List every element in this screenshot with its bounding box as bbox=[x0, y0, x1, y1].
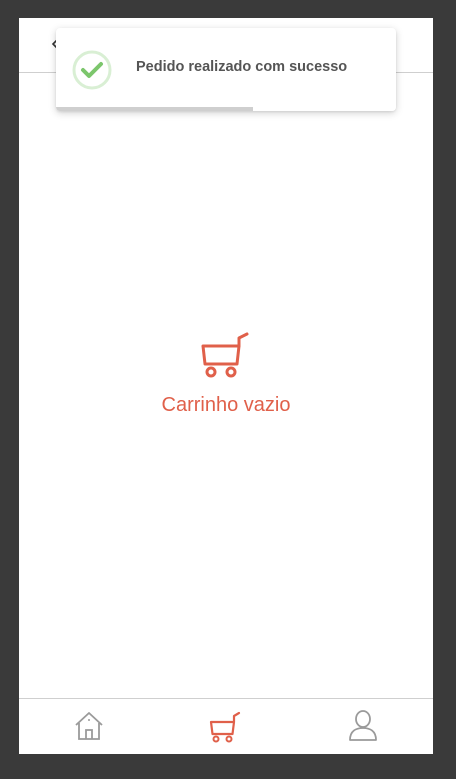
home-icon bbox=[72, 709, 106, 743]
toast-progress-track bbox=[56, 107, 396, 111]
nav-home-button[interactable] bbox=[72, 709, 106, 743]
empty-cart-text: Carrinho vazio bbox=[161, 394, 291, 416]
bottom-navigation bbox=[19, 698, 433, 754]
shopping-cart-icon bbox=[208, 709, 242, 743]
empty-cart-state: Carrinho vazio bbox=[19, 328, 433, 417]
toast-progress-bar bbox=[56, 107, 254, 111]
nav-cart-button[interactable] bbox=[208, 709, 242, 743]
success-toast[interactable]: Pedido realizado com sucesso bbox=[56, 28, 396, 111]
shopping-cart-icon bbox=[201, 328, 251, 380]
check-circle-icon bbox=[72, 50, 112, 90]
user-icon bbox=[346, 709, 380, 743]
toast-message: Pedido realizado com sucesso bbox=[136, 59, 348, 75]
app-screen: Pedido realizado com sucesso Carrinho va… bbox=[19, 18, 433, 754]
nav-profile-button[interactable] bbox=[346, 709, 380, 743]
